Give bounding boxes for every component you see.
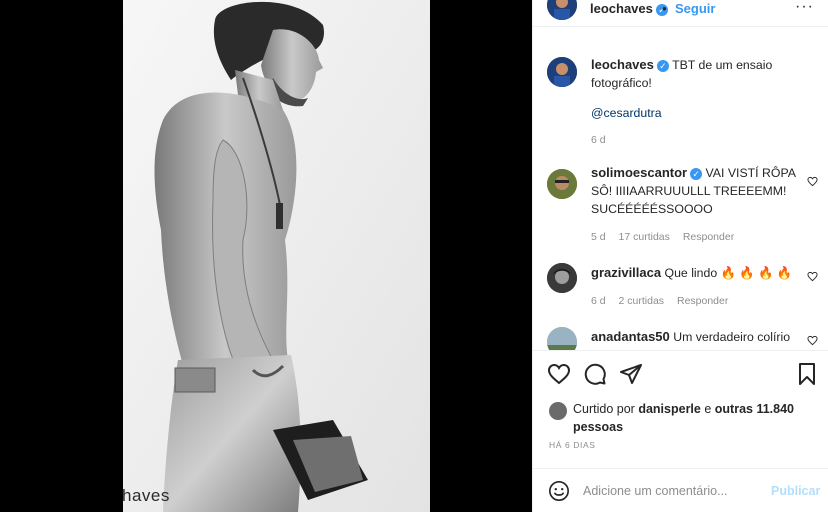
author-avatar[interactable]: [547, 0, 577, 20]
comment-likes[interactable]: 2 curtidas: [619, 295, 665, 307]
comment-reply-button[interactable]: Responder: [677, 295, 728, 307]
header-separator: •: [662, 1, 667, 16]
avatar-image: [547, 263, 577, 293]
comment-like-heart-icon[interactable]: [807, 176, 818, 187]
author-username[interactable]: leochaves ✓: [590, 1, 668, 16]
comment-text: Que lindo 🔥 🔥 🔥 🔥: [664, 266, 793, 280]
post-actions-bar: [533, 362, 828, 392]
photo-watermark-text: haves: [122, 486, 170, 505]
comment-username[interactable]: anadantas50: [591, 329, 670, 344]
comment-composer: Publicar: [533, 469, 828, 512]
verified-badge-icon: ✓: [656, 59, 669, 72]
comment-like-heart-icon[interactable]: [807, 271, 818, 282]
caption-time[interactable]: 6 d: [591, 134, 606, 146]
avatar-image: [547, 327, 577, 350]
comment-meta: 6 d 2 curtidas Responder: [591, 295, 738, 307]
avatar-image: [547, 0, 577, 20]
author-username-text[interactable]: leochaves: [590, 1, 653, 16]
post-header: leochaves ✓ • Seguir ···: [533, 0, 828, 20]
comment-time[interactable]: 5 d: [591, 231, 606, 243]
divider: [533, 350, 828, 351]
post-caption: leochaves ✓ TBT de um ensaio fotográfico!: [591, 56, 801, 92]
caption-mention[interactable]: @cesardutra: [591, 104, 801, 122]
comment-username[interactable]: grazivillaca: [591, 265, 661, 280]
comment-body: solimoescantor ✓ VAI VISTÍ RÔPA SÔ! IIIIA…: [591, 164, 801, 218]
heart-icon[interactable]: [547, 362, 571, 386]
comments-list[interactable]: leochaves ✓ TBT de um ensaio fotográfico!…: [533, 27, 828, 350]
post-side-panel: leochaves ✓ • Seguir ··· leochaves ✓ TBT d…: [532, 0, 828, 512]
liked-by-text: Curtido por danisperle e outras 11.840 p…: [573, 400, 813, 436]
liked-by-user[interactable]: danisperle: [638, 402, 701, 416]
liked-by-avatar[interactable]: [549, 402, 567, 420]
follow-button[interactable]: Seguir: [675, 1, 715, 16]
comment-meta: 5 d 17 curtidas Responder: [591, 231, 744, 243]
post-photo[interactable]: [123, 0, 430, 512]
verified-badge-icon: ✓: [690, 167, 703, 180]
comment-likes[interactable]: 17 curtidas: [619, 231, 670, 243]
caption-username[interactable]: leochaves: [591, 57, 654, 72]
comment-reply-button[interactable]: Responder: [683, 231, 734, 243]
comment-avatar[interactable]: [547, 263, 577, 293]
caption-author-avatar[interactable]: [547, 57, 577, 87]
comment-body: anadantas50 Um verdadeiro colírio: [591, 328, 801, 346]
post-media-area: haves: [0, 0, 532, 512]
liked-by-middle: e: [704, 402, 712, 416]
avatar-image: [547, 57, 577, 87]
comment-username[interactable]: solimoescantor: [591, 165, 687, 180]
caption-meta: 6 d: [591, 134, 616, 146]
post-photo-illustration: [123, 0, 430, 512]
publish-button[interactable]: Publicar: [771, 484, 820, 498]
comment-text: Um verdadeiro colírio: [673, 330, 791, 344]
comment-avatar[interactable]: [547, 327, 577, 350]
comment-body: grazivillaca Que lindo 🔥 🔥 🔥 🔥: [591, 264, 801, 282]
comment-bubble-icon[interactable]: [583, 362, 607, 386]
post-timestamp[interactable]: HÁ 6 DIAS: [549, 440, 596, 450]
paper-plane-icon[interactable]: [619, 362, 643, 386]
smiley-icon[interactable]: [548, 480, 570, 502]
more-options-icon[interactable]: ···: [795, 0, 814, 16]
comment-like-heart-icon[interactable]: [807, 335, 818, 346]
comment-input[interactable]: [583, 481, 763, 501]
comment-time[interactable]: 6 d: [591, 295, 606, 307]
bookmark-icon[interactable]: [795, 362, 819, 386]
comment-avatar[interactable]: [547, 169, 577, 199]
avatar-image: [547, 169, 577, 199]
liked-by-prefix: Curtido por: [573, 402, 635, 416]
